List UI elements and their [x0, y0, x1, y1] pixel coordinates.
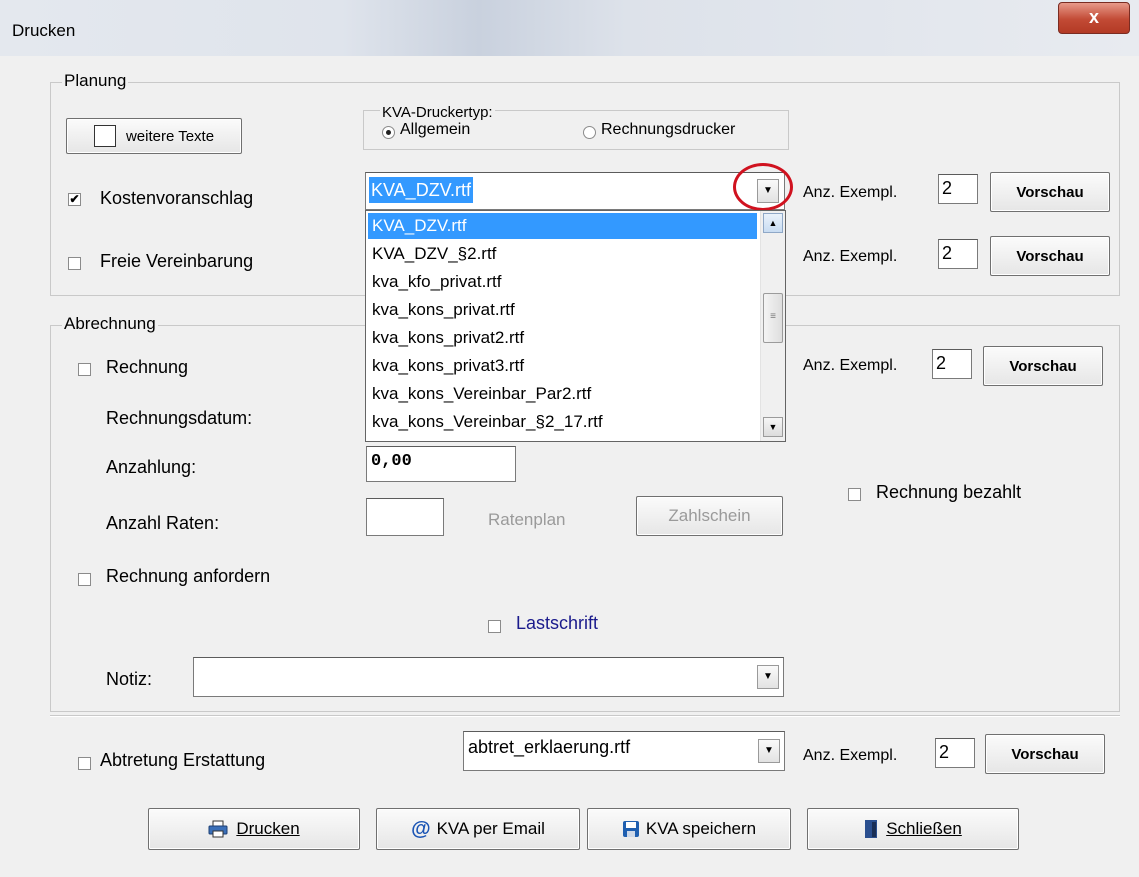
- print-dialog: Drucken x Planung weitere Texte KVA-Druc…: [0, 0, 1139, 877]
- anzahlung-label: Anzahlung:: [106, 457, 197, 477]
- scroll-up-arrow-icon[interactable]: ▲: [763, 213, 783, 233]
- radio-rechnungsdrucker[interactable]: [583, 126, 596, 139]
- dropdown-item[interactable]: kva_kons_privat2.rtf: [368, 325, 757, 351]
- email-label: KVA per Email: [436, 819, 545, 838]
- dropdown-item[interactable]: KVA_DZV_§2.rtf: [368, 241, 757, 267]
- at-sign-icon: @: [411, 817, 431, 840]
- anzahlung-input[interactable]: 0,00: [366, 446, 516, 482]
- lastschrift-checkbox[interactable]: [488, 620, 501, 633]
- abtretung-checkbox[interactable]: [78, 757, 91, 770]
- dropdown-item[interactable]: kva_kons_Vereinbar_§2_17.rtf: [368, 409, 757, 435]
- printer-icon: [208, 820, 228, 838]
- planung-legend: Planung: [62, 71, 129, 91]
- chevron-down-icon[interactable]: ▼: [757, 665, 779, 689]
- title-bar: [0, 0, 1139, 56]
- rechnung-preview-button[interactable]: Vorschau: [983, 346, 1103, 386]
- radio-allgemein-label: Allgemein: [400, 121, 471, 138]
- weitere-texte-label: weitere Texte: [125, 127, 215, 145]
- close-button[interactable]: x: [1058, 2, 1130, 34]
- annotation-circle: [733, 163, 793, 211]
- abtretung-label: Abtretung Erstattung: [100, 750, 266, 770]
- dropdown-item[interactable]: KVA_DZV.rtf: [368, 213, 757, 239]
- dropdown-item[interactable]: kva_kfo_privat.rtf: [368, 269, 757, 295]
- dropdown-scrollbar[interactable]: ▲ ≡ ▼: [760, 211, 785, 441]
- kva-template-selected: KVA_DZV.rtf: [369, 177, 474, 203]
- abrechnung-legend: Abrechnung: [62, 314, 158, 334]
- abtretung-combobox[interactable]: abtret_erklaerung.rtf ▼: [463, 731, 785, 771]
- ratenplan-link[interactable]: Ratenplan: [488, 510, 566, 530]
- zahlschein-button[interactable]: Zahlschein: [636, 496, 783, 536]
- notiz-label: Notiz:: [106, 669, 153, 689]
- kva-copies-label: Anz. Exempl.: [803, 184, 898, 201]
- floppy-disk-icon: [622, 821, 639, 837]
- rechnung-bezahlt-checkbox[interactable]: [848, 488, 861, 501]
- door-exit-icon: [865, 820, 878, 838]
- weitere-texte-button[interactable]: weitere Texte: [66, 118, 242, 154]
- kostenvoranschlag-checkbox[interactable]: ✔: [68, 193, 81, 206]
- dropdown-item[interactable]: kva_kons_privat3.rtf: [368, 353, 757, 379]
- kva-copies-input[interactable]: 2: [938, 174, 978, 204]
- freie-preview-button[interactable]: Vorschau: [990, 236, 1110, 276]
- abtretung-file: abtret_erklaerung.rtf: [468, 737, 631, 757]
- abtretung-copies-input[interactable]: 2: [935, 738, 975, 768]
- freie-copies-input[interactable]: 2: [938, 239, 978, 269]
- kva-preview-button[interactable]: Vorschau: [990, 172, 1110, 212]
- abtretung-copies-label: Anz. Exempl.: [803, 747, 898, 764]
- rechnung-bezahlt-label: Rechnung bezahlt: [876, 482, 1022, 502]
- dropdown-item[interactable]: kva_kons_Vereinbar_Par2.rtf: [368, 381, 757, 407]
- freie-vereinbarung-label: Freie Vereinbarung: [100, 251, 254, 271]
- email-button[interactable]: @ KVA per Email: [376, 808, 580, 850]
- rechnung-checkbox[interactable]: [78, 363, 91, 376]
- rechnung-label: Rechnung: [106, 357, 189, 377]
- speichern-button[interactable]: KVA speichern: [587, 808, 791, 850]
- kva-template-combobox[interactable]: KVA_DZV.rtf ▼: [365, 172, 785, 210]
- radio-allgemein[interactable]: [382, 126, 395, 139]
- radio-rechnungsdrucker-label: Rechnungsdrucker: [601, 121, 736, 138]
- rechnung-anfordern-checkbox[interactable]: [78, 573, 91, 586]
- rechnungsdatum-label: Rechnungsdatum:: [106, 408, 253, 428]
- anzahl-raten-input[interactable]: [366, 498, 444, 536]
- schliessen-label: Schließen: [886, 819, 962, 838]
- rechnung-copies-input[interactable]: 2: [932, 349, 972, 379]
- kostenvoranschlag-label: Kostenvoranschlag: [100, 188, 254, 208]
- drucken-button[interactable]: Drucken: [148, 808, 360, 850]
- freie-copies-label: Anz. Exempl.: [803, 248, 898, 265]
- dropdown-item[interactable]: kva_kons_privat.rtf: [368, 297, 757, 323]
- scroll-down-arrow-icon[interactable]: ▼: [763, 417, 783, 437]
- speichern-label: KVA speichern: [645, 819, 757, 838]
- chevron-down-icon[interactable]: ▼: [758, 739, 780, 763]
- scroll-thumb[interactable]: ≡: [763, 293, 783, 343]
- notiz-combobox[interactable]: ▼: [193, 657, 784, 697]
- rechnung-anfordern-label: Rechnung anfordern: [106, 566, 271, 586]
- blank-box-icon: [93, 125, 116, 147]
- freie-vereinbarung-checkbox[interactable]: [68, 257, 81, 270]
- separator: [50, 715, 1120, 717]
- window-title: Drucken: [12, 21, 76, 40]
- abtretung-preview-button[interactable]: Vorschau: [985, 734, 1105, 774]
- drucken-label: Drucken: [236, 819, 300, 838]
- kva-template-dropdown-list[interactable]: KVA_DZV.rtf KVA_DZV_§2.rtf kva_kfo_privat.…: [365, 210, 786, 442]
- anzahl-raten-label: Anzahl Raten:: [106, 513, 220, 533]
- lastschrift-label: Lastschrift: [516, 613, 599, 633]
- druckertyp-legend: KVA-Druckertyp:: [380, 104, 495, 121]
- schliessen-button[interactable]: Schließen: [807, 808, 1019, 850]
- rechnung-copies-label: Anz. Exempl.: [803, 357, 898, 374]
